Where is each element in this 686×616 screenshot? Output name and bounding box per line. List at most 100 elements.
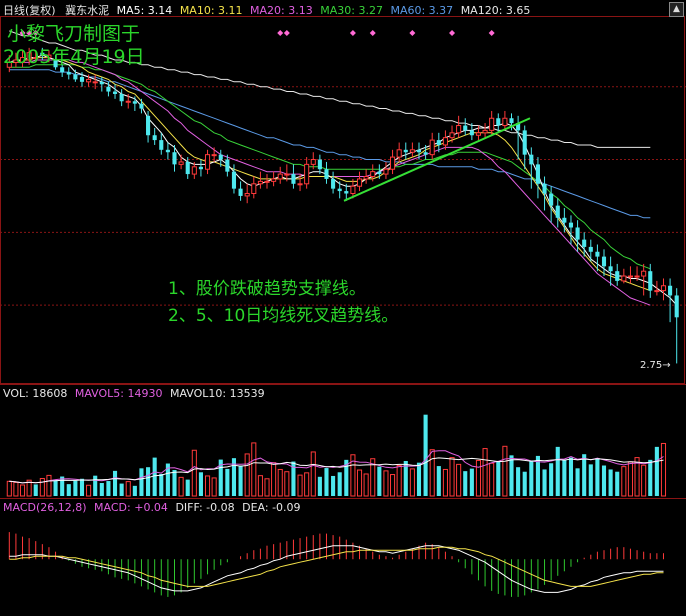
candle-body-up	[390, 156, 396, 170]
volume-bar-up	[19, 484, 26, 497]
volume-bar-down	[608, 469, 613, 496]
candle-body-up	[456, 125, 462, 134]
volume-bar-down	[139, 468, 144, 496]
volume-bar-up	[277, 468, 283, 497]
candle-body-up	[178, 161, 184, 165]
volume-bar-up	[251, 442, 257, 497]
volume-bar-down	[119, 483, 124, 496]
candle-body-up	[489, 117, 495, 131]
price-header: 日线(复权) 冀东水泥 MA5: 3.14 MA10: 3.11 MA20: 3…	[3, 2, 530, 18]
candle-body-down	[595, 251, 600, 257]
candle-body-down	[668, 285, 673, 296]
volume-bar-up	[442, 468, 448, 497]
last-price-marker: 2.75→	[640, 360, 671, 371]
candle-body-down	[225, 159, 230, 172]
candle-body-down	[66, 72, 71, 75]
candle-body-down	[317, 159, 322, 170]
volume-bar-up	[39, 477, 45, 497]
candle-body-down	[615, 271, 620, 281]
volume-bar-down	[463, 471, 468, 496]
volume-bar-up	[396, 465, 402, 497]
candle-body-down	[509, 118, 514, 124]
volume-bar-up	[191, 449, 197, 497]
volume-bar-down	[53, 479, 58, 496]
volume-bar-down	[33, 484, 38, 496]
volume-bar-down	[595, 458, 600, 496]
candle-body-down	[344, 191, 349, 194]
volume-bar-up	[475, 459, 482, 497]
candle-body-up	[627, 275, 633, 278]
candle-body-down	[165, 149, 170, 153]
volume-bar-down	[225, 468, 230, 496]
volume-bar-up	[621, 466, 627, 497]
volume-bar-up	[304, 472, 310, 497]
volume-bar-up	[125, 481, 131, 497]
candle-body-up	[297, 183, 303, 186]
volume-bar-down	[172, 470, 177, 496]
volume-bar-down	[555, 446, 560, 496]
volume-bar-down	[529, 460, 534, 496]
volume-bar-down	[469, 468, 474, 496]
volume-bar-up	[363, 473, 369, 497]
candle-body-up	[271, 178, 277, 182]
candle-body-up	[621, 275, 627, 282]
candle-body-up	[502, 117, 508, 127]
candle-body-up	[277, 173, 283, 180]
candle-body-up	[475, 132, 482, 136]
volume-bar-down	[331, 475, 336, 496]
volume-bar-up	[383, 470, 389, 497]
candle-body-down	[185, 161, 190, 175]
scroll-button[interactable]: ▲	[669, 2, 684, 17]
volume-bar-down	[542, 469, 547, 496]
candle-body-down	[529, 154, 534, 165]
volume-bar-down	[93, 475, 98, 496]
volume-bar-up	[264, 478, 270, 497]
candle-body-up	[429, 139, 435, 156]
candle-body-down	[463, 125, 468, 131]
candle-body-down	[542, 183, 547, 194]
candle-body-down	[324, 169, 329, 179]
volume-bar-down	[79, 478, 85, 496]
candle-body-up	[304, 163, 310, 185]
candle-body-down	[377, 171, 382, 175]
volume-bar-up	[356, 469, 363, 497]
ma10-value: MA10: 3.11	[179, 4, 243, 17]
volume-bar-down	[423, 414, 428, 496]
volume-bar-down	[601, 465, 607, 496]
ma5-value: MA5: 3.14	[116, 4, 173, 17]
volume-bar-up	[6, 480, 12, 497]
candle-body-down	[238, 188, 243, 196]
candle-body-down	[159, 140, 164, 150]
volume-bar-up	[284, 471, 290, 497]
candle-body-up	[244, 193, 250, 197]
candle-body-up	[310, 159, 316, 165]
volume-bar-down	[317, 476, 322, 496]
candle-body-up	[634, 275, 640, 278]
candle-body-down	[648, 271, 653, 291]
volume-bar-up	[46, 474, 52, 497]
candle-body-down	[231, 171, 237, 189]
candle-body-up	[363, 176, 369, 180]
candle-body-down	[403, 149, 408, 153]
volume-bar-down	[575, 468, 580, 496]
volume-bar-down	[106, 481, 111, 496]
candle-body-down	[416, 149, 422, 153]
candle-body-up	[211, 154, 217, 157]
volume-bar-down	[416, 462, 422, 496]
candle-body-down	[588, 246, 593, 252]
candle-body-down	[152, 135, 157, 141]
candle-body-down	[331, 178, 336, 189]
candle-body-down	[132, 101, 137, 104]
volume-bar-down	[377, 466, 382, 496]
volume-bar-up	[271, 462, 277, 497]
ma120-value: MA120: 3.65	[460, 4, 531, 17]
candle-body-up	[482, 129, 488, 134]
candle-body-down	[73, 74, 78, 80]
candle-body-up	[257, 180, 263, 185]
macd-params: MACD(26,12,8)	[3, 501, 87, 514]
volume-bar-up	[502, 445, 508, 497]
volume-bar-up	[13, 481, 19, 497]
volume-bar-up	[257, 475, 263, 497]
ma20-value: MA20: 3.13	[250, 4, 313, 17]
ma30-value: MA30: 3.27	[320, 4, 383, 17]
